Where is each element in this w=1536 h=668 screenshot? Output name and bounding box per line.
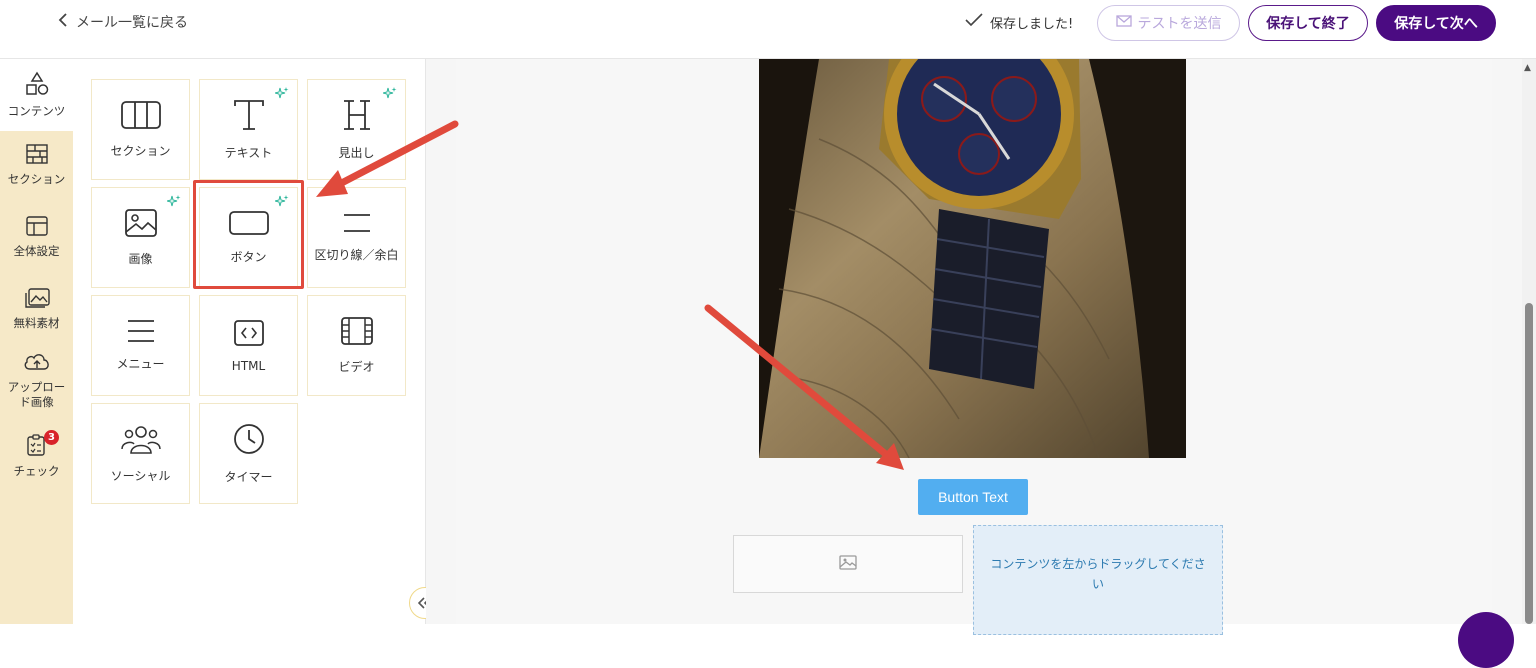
ai-sparkle-icon (274, 86, 289, 105)
scroll-up-arrow-icon[interactable]: ▲ (1524, 63, 1531, 73)
nav-label: アップロード画像 (7, 380, 66, 409)
heading-h-icon (340, 98, 374, 136)
image-placeholder-block[interactable] (733, 535, 963, 593)
nav-label: 無料素材 (13, 316, 60, 330)
nav-contents[interactable]: コンテンツ (0, 59, 73, 131)
nav-uploaded-images[interactable]: アップロード画像 (0, 351, 73, 417)
block-label: 区切り線／余白 (314, 248, 399, 262)
people-icon (120, 423, 161, 459)
block-social[interactable]: ソーシャル (91, 403, 190, 504)
block-label: タイマー (224, 470, 273, 484)
chat-launcher-button[interactable] (1458, 612, 1514, 668)
top-bar: メール一覧に戻る 保存しました! テストを送信 保存して終了 保存して次へ (0, 0, 1536, 59)
envelope-icon (1115, 15, 1132, 31)
nav-label: 全体設定 (13, 244, 60, 258)
scroll-thumb[interactable] (1525, 303, 1533, 624)
back-label: メール一覧に戻る (76, 15, 188, 31)
ai-sparkle-icon (382, 86, 397, 105)
menu-icon (126, 319, 156, 347)
clock-icon (232, 422, 266, 460)
block-label: テキスト (224, 146, 273, 160)
send-test-button[interactable]: テストを送信 (1097, 5, 1240, 41)
bricks-icon (25, 143, 49, 172)
send-test-label: テストを送信 (1137, 16, 1222, 32)
nav-label: コンテンツ (7, 104, 66, 118)
left-nav: コンテンツ セクション 全体設定 無料素材 アップロード画像 3 チェック (0, 59, 73, 624)
ai-sparkle-icon (166, 194, 181, 213)
nav-free-materials[interactable]: 無料素材 (0, 287, 73, 341)
block-divider-spacer[interactable]: 区切り線／余白 (307, 187, 406, 288)
save-and-next-button[interactable]: 保存して次へ (1376, 5, 1496, 41)
email-cta-button[interactable]: Button Text (918, 479, 1028, 515)
drop-zone[interactable]: コンテンツを左からドラッグしてください (973, 525, 1223, 635)
block-label: セクション (110, 144, 171, 158)
divider-icon (342, 212, 372, 238)
block-label: ビデオ (338, 360, 375, 374)
code-icon (233, 319, 265, 351)
drop-zone-text: コンテンツを左からドラッグしてください (990, 557, 1206, 591)
shapes-icon (24, 71, 50, 104)
block-video[interactable]: ビデオ (307, 295, 406, 396)
nav-check[interactable]: 3 チェック (0, 430, 73, 483)
content-blocks-panel: セクション テキスト 見出し 画像 ボタン 区切り線／余白 メニュー HTML … (73, 59, 426, 624)
block-menu[interactable]: メニュー (91, 295, 190, 396)
nav-global-settings[interactable]: 全体設定 (0, 215, 73, 269)
block-heading[interactable]: 見出し (307, 79, 406, 180)
block-timer[interactable]: タイマー (199, 403, 298, 504)
watch-photo[interactable] (759, 59, 1186, 458)
save-and-exit-button[interactable]: 保存して終了 (1248, 5, 1368, 41)
block-label: HTML (231, 358, 266, 373)
block-section[interactable]: セクション (91, 79, 190, 180)
check-count-badge: 3 (44, 430, 59, 445)
block-label: ソーシャル (110, 469, 171, 483)
block-label: 見出し (338, 146, 375, 160)
columns-icon (120, 100, 162, 134)
save-status: 保存しました! (964, 12, 1073, 32)
block-text[interactable]: テキスト (199, 79, 298, 180)
save-status-text: 保存しました! (990, 16, 1074, 32)
checkmark-icon (964, 12, 984, 32)
image-icon (124, 208, 158, 242)
block-image[interactable]: 画像 (91, 187, 190, 288)
image-icon (839, 554, 857, 574)
block-html[interactable]: HTML (199, 295, 298, 396)
gallery-icon (23, 287, 51, 316)
text-t-icon (232, 98, 266, 136)
cloud-upload-icon (22, 351, 52, 380)
back-to-mail-list-link[interactable]: メール一覧に戻る (58, 12, 188, 32)
nav-label: チェック (13, 464, 60, 478)
layout-icon (25, 215, 49, 244)
block-label: メニュー (116, 357, 165, 371)
canvas-scrollbar[interactable]: ▲ (1522, 59, 1536, 624)
button-block-highlight-box (193, 180, 304, 289)
film-icon (340, 316, 374, 350)
nav-label: セクション (7, 172, 66, 186)
chevron-left-icon (58, 13, 68, 31)
nav-sections[interactable]: セクション (0, 143, 73, 197)
block-label: 画像 (128, 252, 153, 266)
